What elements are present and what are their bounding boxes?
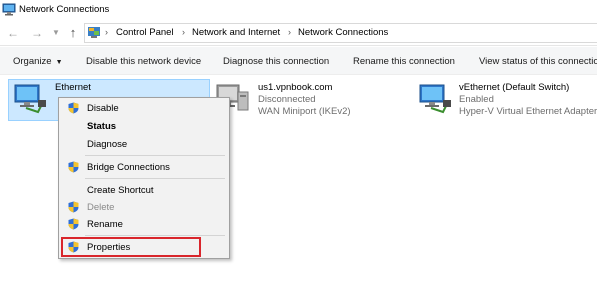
connection-name: vEthernet (Default Switch) xyxy=(459,82,570,93)
menu-item-rename[interactable]: Rename xyxy=(59,216,229,233)
connection-adapter: Hyper-V Virtual Ethernet Adapter xyxy=(459,106,597,117)
control-panel-icon xyxy=(88,27,100,38)
organize-label: Organize xyxy=(13,56,52,67)
ethernet-adapter-icon xyxy=(419,84,451,114)
breadcrumb-separator-icon[interactable]: › xyxy=(105,27,108,37)
menu-item-delete[interactable]: Delete xyxy=(59,199,229,216)
menu-item-label: Diagnose xyxy=(87,139,128,150)
breadcrumb-network-connections[interactable]: Network Connections xyxy=(298,27,388,38)
menu-separator xyxy=(85,155,225,156)
recent-locations-chevron-icon[interactable]: ▼ xyxy=(49,26,63,40)
network-connections-icon xyxy=(2,3,16,16)
breadcrumb-separator-icon[interactable]: › xyxy=(182,27,185,37)
address-bar[interactable]: › Control Panel › Network and Internet ›… xyxy=(84,23,597,43)
menu-item-create-shortcut[interactable]: Create Shortcut xyxy=(59,182,229,199)
menu-item-diagnose[interactable]: Diagnose xyxy=(59,136,229,153)
disable-device-button[interactable]: Disable this network device xyxy=(86,56,201,67)
navigation-bar: ← → ▼ ↑ › Control Panel › Network and In… xyxy=(0,21,597,46)
command-bar: Organize ▼ Disable this network device Di… xyxy=(0,47,597,75)
breadcrumb-separator-icon[interactable]: › xyxy=(288,27,291,37)
menu-item-label: Status xyxy=(87,121,117,132)
chevron-down-icon: ▼ xyxy=(55,59,63,66)
view-status-button[interactable]: View status of this connection xyxy=(479,56,597,67)
connection-item-vethernet[interactable]: vEthernet (Default Switch) Enabled Hyper… xyxy=(417,82,597,118)
menu-item-label: Bridge Connections xyxy=(87,162,170,173)
properties-highlight-box xyxy=(61,237,201,257)
up-arrow-icon[interactable]: ↑ xyxy=(66,26,80,40)
organize-button[interactable]: Organize ▼ xyxy=(13,56,63,67)
menu-item-label: Disable xyxy=(87,103,119,114)
uac-shield-icon xyxy=(68,201,79,213)
ethernet-adapter-icon xyxy=(14,84,46,114)
uac-shield-icon xyxy=(68,161,79,173)
menu-item-status[interactable]: Status xyxy=(59,118,229,135)
menu-item-bridge-connections[interactable]: Bridge Connections xyxy=(59,159,229,176)
uac-shield-icon xyxy=(68,102,79,114)
context-menu: Disable Status Diagnose Bridge Connectio… xyxy=(58,97,230,259)
uac-shield-icon xyxy=(68,218,79,230)
connection-name: Ethernet xyxy=(55,82,91,93)
window-title: Network Connections xyxy=(19,4,110,15)
breadcrumb-control-panel[interactable]: Control Panel xyxy=(116,27,174,38)
title-bar: Network Connections xyxy=(0,0,597,21)
menu-separator xyxy=(85,178,225,179)
menu-separator xyxy=(85,235,225,236)
connection-name: us1.vpnbook.com xyxy=(258,82,333,93)
connection-item-vpn[interactable]: us1.vpnbook.com Disconnected WAN Minipor… xyxy=(214,82,404,118)
diagnose-connection-button[interactable]: Diagnose this connection xyxy=(223,56,329,67)
menu-item-label: Rename xyxy=(87,219,123,230)
forward-arrow-icon[interactable]: → xyxy=(30,26,44,40)
menu-item-disable[interactable]: Disable xyxy=(59,100,229,117)
connection-adapter: WAN Miniport (IKEv2) xyxy=(258,106,351,117)
connection-status: Disconnected xyxy=(258,94,316,105)
back-arrow-icon[interactable]: ← xyxy=(6,26,20,40)
breadcrumb-network-and-internet[interactable]: Network and Internet xyxy=(192,27,280,38)
connection-status: Enabled xyxy=(459,94,494,105)
rename-connection-button[interactable]: Rename this connection xyxy=(353,56,455,67)
menu-item-label: Create Shortcut xyxy=(87,185,154,196)
menu-item-label: Delete xyxy=(87,202,115,213)
